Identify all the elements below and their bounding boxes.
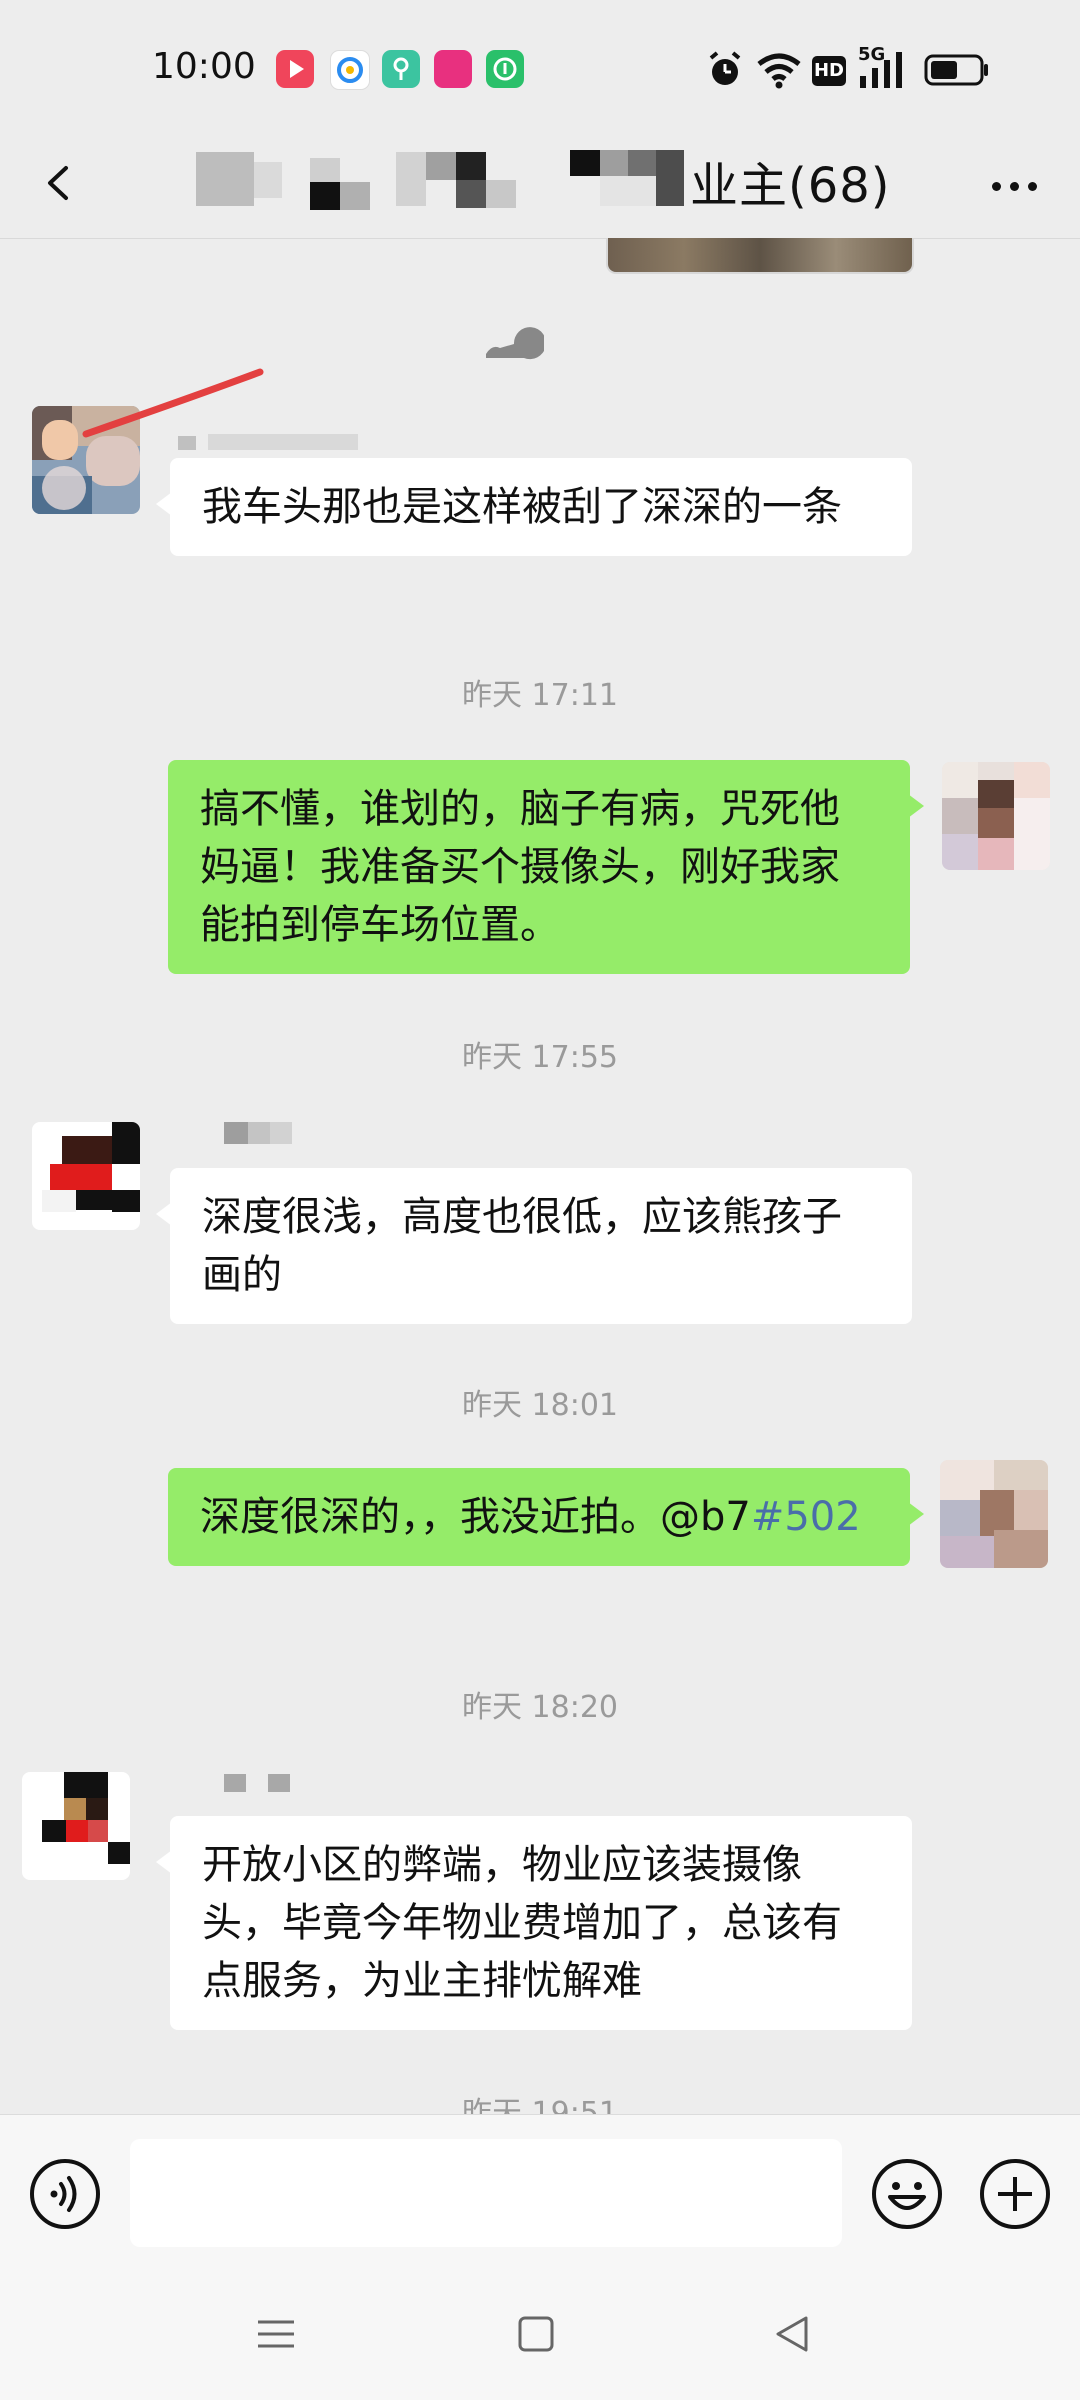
my-avatar[interactable] <box>940 1460 1048 1568</box>
message-text: 搞不懂，谁划的，脑子有病，咒死他妈逼！我准备买个摄像头，刚好我家能拍到停车场位置… <box>200 786 840 948</box>
home-icon[interactable] <box>508 2306 564 2362</box>
image-message-thumbnail[interactable] <box>606 238 914 274</box>
pointer-shape <box>484 314 546 364</box>
avatar[interactable] <box>22 1772 130 1880</box>
chat-message-list[interactable]: 我车头那也是这样被刮了深深的一条 昨天 17:11 搞不懂，谁划的，脑子有病，咒… <box>0 238 1080 2114</box>
message-text: 深度很深的，，我没近拍。@b7 <box>200 1494 751 1540</box>
chat-input-bar <box>0 2114 1080 2269</box>
chat-title: 业主(68) <box>690 158 891 214</box>
cloud-app-icon <box>486 50 524 88</box>
message-text: 我车头那也是这样被刮了深深的一条 <box>202 484 842 530</box>
wifi-icon <box>756 50 802 90</box>
more-icon[interactable] <box>984 160 1044 210</box>
message-text: 深度很浅，高度也很低，应该熊孩子画的 <box>202 1194 842 1298</box>
timestamp: 昨天 17:55 <box>462 1040 618 1075</box>
message-bubble[interactable]: 我车头那也是这样被刮了深深的一条 <box>156 458 912 556</box>
voice-input-icon[interactable] <box>28 2157 102 2231</box>
timestamp: 昨天 17:11 <box>462 678 618 713</box>
timestamp: 昨天 18:01 <box>462 1388 618 1423</box>
back-triangle-icon[interactable] <box>764 2306 820 2362</box>
alarm-icon <box>706 50 744 90</box>
sender-name <box>178 432 368 454</box>
status-bar: 10:00 HD 5G <box>0 0 1080 130</box>
hd-label: HD <box>813 60 844 81</box>
my-avatar[interactable] <box>942 762 1050 870</box>
status-time: 10:00 <box>152 46 256 87</box>
maps-app-icon <box>382 50 420 88</box>
message-input[interactable] <box>130 2139 842 2247</box>
message-bubble[interactable]: 深度很深的，，我没近拍。@b7#502 <box>168 1468 924 1566</box>
hd-icon: HD <box>812 56 846 86</box>
emoji-icon[interactable] <box>870 2157 944 2231</box>
message-text: 开放小区的弊端，物业应该装摄像头，毕竟今年物业费增加了，总该有点服务，为业主排忧… <box>202 1842 842 2004</box>
shopping-app-icon <box>434 50 472 88</box>
video-app-icon <box>276 50 314 88</box>
plus-icon[interactable] <box>978 2157 1052 2231</box>
message-bubble[interactable]: 开放小区的弊端，物业应该装摄像头，毕竟今年物业费增加了，总该有点服务，为业主排忧… <box>156 1816 912 2030</box>
chevron-left-icon[interactable] <box>28 150 94 216</box>
avatar[interactable] <box>32 1122 140 1230</box>
message-bubble[interactable]: 搞不懂，谁划的，脑子有病，咒死他妈逼！我准备买个摄像头，刚好我家能拍到停车场位置… <box>168 760 924 974</box>
battery-icon <box>924 50 990 90</box>
menu-icon[interactable] <box>248 2306 304 2362</box>
sender-name <box>224 1774 294 1796</box>
mention-text[interactable]: #502 <box>751 1494 861 1540</box>
browser-app-icon <box>330 50 370 90</box>
system-navigation-bar <box>0 2268 1080 2400</box>
signal-5g-icon: 5G <box>858 44 908 90</box>
chat-header: 业主(68) <box>0 130 1080 239</box>
message-bubble[interactable]: 深度很浅，高度也很低，应该熊孩子画的 <box>156 1168 912 1324</box>
sender-name <box>224 1122 294 1144</box>
timestamp: 昨天 19:51 <box>462 2096 618 2114</box>
timestamp: 昨天 18:20 <box>462 1690 618 1725</box>
